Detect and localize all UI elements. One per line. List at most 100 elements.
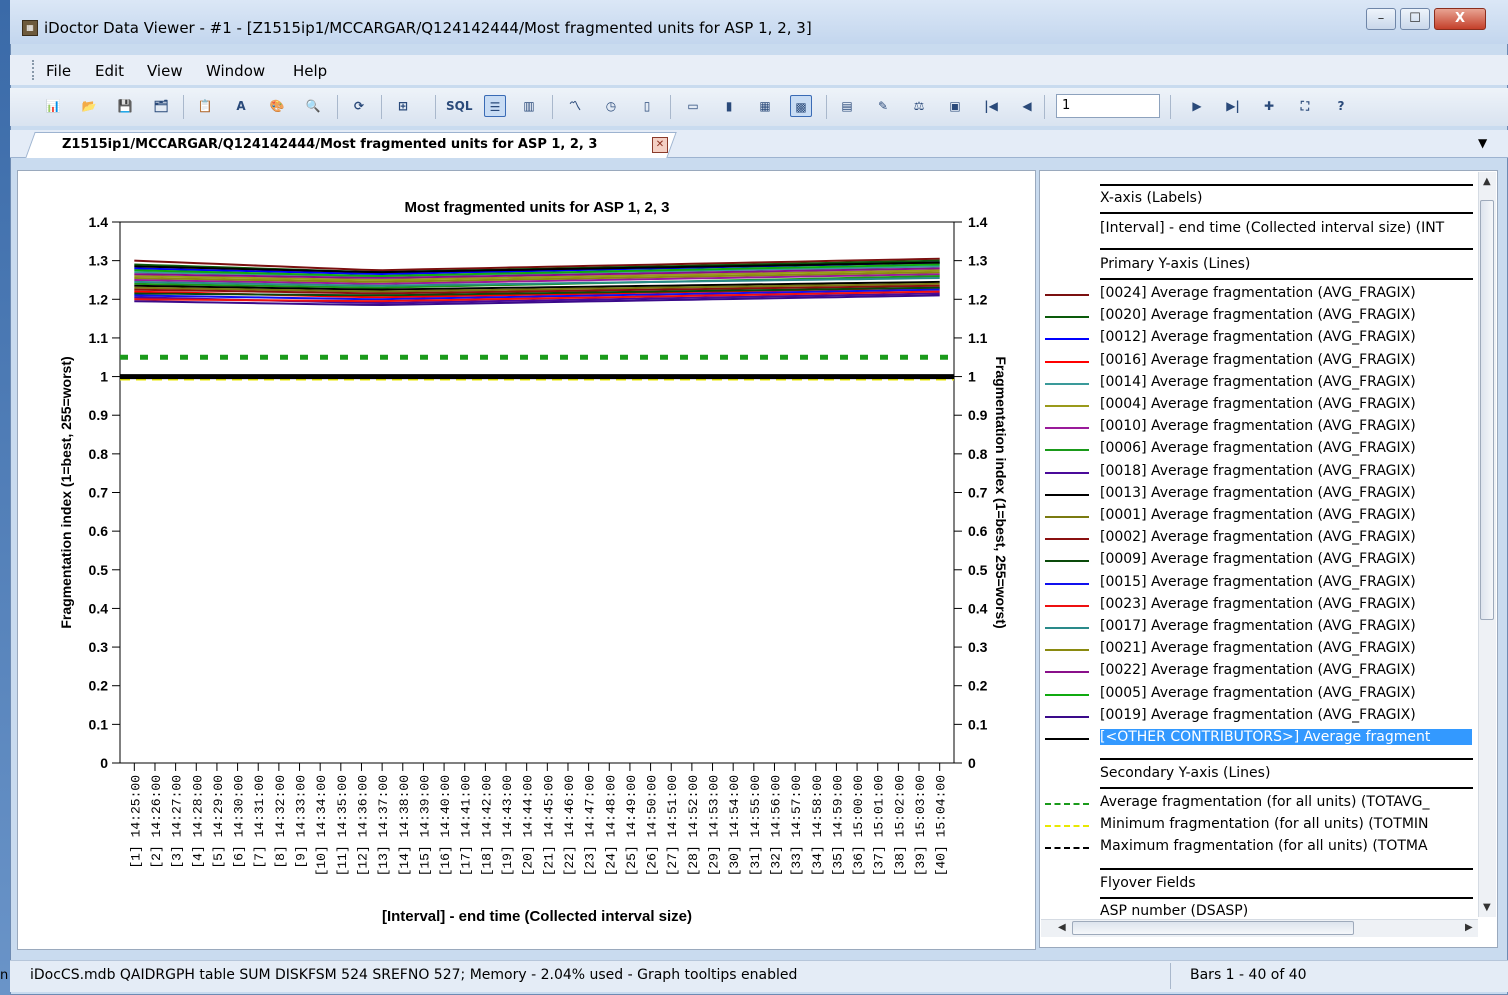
legend-xaxis-item[interactable]: [Interval] - end time (Collected interva… [1100,220,1472,236]
legend-secondary-item[interactable]: Minimum fragmentation (for all units) (T… [1100,816,1472,832]
bars-icon[interactable]: ▭ [682,95,704,117]
legend-swatch [1045,316,1089,319]
clock-icon[interactable]: ◷ [600,95,622,117]
scroll-up-icon[interactable]: ▲ [1483,176,1491,187]
legend-series-item[interactable]: [0004] Average fragmentation (AVG_FRAGIX… [1100,396,1472,412]
prev-page-icon[interactable]: ◀ [1016,95,1038,117]
grid-icon[interactable]: ▦ [754,95,776,117]
menu-edit[interactable]: Edit [95,62,124,80]
color-icon[interactable]: 🎨 [266,95,288,117]
save-icon[interactable]: 💾 [114,95,136,117]
x-tick-label: [5] 14:29:00 [211,775,226,869]
sql-chart-icon[interactable]: 📊 [42,95,64,117]
x-tick-label: [37] 15:01:00 [872,775,887,876]
legend-series-item[interactable]: [0006] Average fragmentation (AVG_FRAGIX… [1100,440,1472,456]
next-page-icon[interactable]: ▶ [1186,95,1208,117]
chart-type-icon[interactable]: ▥ [518,95,540,117]
help-icon[interactable]: ? [1330,95,1352,117]
fullscreen-icon[interactable]: ⛶ [1294,95,1316,117]
image-icon[interactable]: ▣ [944,95,966,117]
y2-tick-label: 0.2 [968,678,988,694]
last-page-icon[interactable]: ▶| [1222,95,1244,117]
chart-options-icon[interactable]: ▩ [790,95,812,117]
line-chart-icon[interactable]: 〽 [564,95,586,117]
open-icon[interactable]: 📂 [78,95,100,117]
y-tick-label: 0.2 [89,678,109,694]
x-tick-label: [17] 14:41:00 [459,775,474,876]
legend-series-item[interactable]: [0016] Average fragmentation (AVG_FRAGIX… [1100,352,1472,368]
x-tick-label: [31] 14:55:00 [748,775,763,876]
font-icon[interactable]: A [230,95,252,117]
close-button[interactable]: X [1434,8,1486,30]
menu-help[interactable]: Help [293,62,327,80]
paint-icon[interactable]: ✎ [872,95,894,117]
legend-swatch [1045,582,1089,585]
legend-series-item[interactable]: [0014] Average fragmentation (AVG_FRAGIX… [1100,374,1472,390]
toolbar-separator [337,95,338,119]
columns-icon[interactable]: ▮ [718,95,740,117]
scroll-right-icon[interactable]: ▶ [1465,922,1473,933]
legend-series-item[interactable]: [0015] Average fragmentation (AVG_FRAGIX… [1100,574,1472,590]
window-title: iDoctor Data Viewer - #1 - [Z1515ip1/MCC… [44,19,812,37]
zoom-icon[interactable]: 🔍 [302,95,324,117]
legend-swatch [1045,693,1089,696]
layout-icon[interactable]: ⊞ [392,95,414,117]
toolbar-separator [381,95,382,119]
first-page-icon[interactable]: |◀ [980,95,1002,117]
legend-series-item[interactable]: [0013] Average fragmentation (AVG_FRAGIX… [1100,485,1472,501]
legend-series-item[interactable]: [0021] Average fragmentation (AVG_FRAGIX… [1100,640,1472,656]
x-tick-label: [38] 15:02:00 [892,775,907,876]
legend-series-item[interactable]: [0023] Average fragmentation (AVG_FRAGIX… [1100,596,1472,612]
status-bars-count: Bars 1 - 40 of 40 [1190,967,1307,983]
legend-horizontal-scroll-thumb[interactable] [1072,921,1354,935]
sql-icon[interactable]: SQL [446,95,473,117]
legend-swatch [1045,847,1089,850]
status-text: iDocCS.mdb QAIDRGPH table SUM DISKFSM 52… [30,967,798,983]
legend-vertical-scroll-thumb[interactable] [1480,200,1494,620]
scroll-down-icon[interactable]: ▼ [1483,902,1491,913]
y-tick-label: 0.8 [89,446,109,462]
legend-series-item[interactable]: [<OTHER CONTRIBUTORS>] Average fragment [1100,729,1472,745]
legend-flyover-item[interactable]: ASP number (DSASP) [1100,903,1472,919]
menu-window[interactable]: Window [206,62,265,80]
minimize-button[interactable]: – [1366,8,1396,30]
tab-close-icon[interactable]: ✕ [652,137,668,153]
legend-swatch [1045,427,1089,430]
add-icon[interactable]: ✚ [1258,95,1280,117]
x-tick-label: [28] 14:52:00 [686,775,701,876]
page-number-input[interactable]: 1 [1056,94,1160,118]
legend-series-item[interactable]: [0018] Average fragmentation (AVG_FRAGIX… [1100,463,1472,479]
legend-series-item[interactable]: [0022] Average fragmentation (AVG_FRAGIX… [1100,662,1472,678]
menu-view[interactable]: View [147,62,183,80]
legend-series-item[interactable]: [0019] Average fragmentation (AVG_FRAGIX… [1100,707,1472,723]
panel-icon[interactable]: ▯ [636,95,658,117]
y-tick-label: 0.3 [89,639,109,655]
legend-secondary-item[interactable]: Maximum fragmentation (for all units) (T… [1100,838,1472,854]
toolbar-separator [826,95,827,119]
table-icon[interactable]: ▤ [836,95,858,117]
legend-series-item[interactable]: [0024] Average fragmentation (AVG_FRAGIX… [1100,285,1472,301]
legend-secondary-item[interactable]: Average fragmentation (for all units) (T… [1100,794,1472,810]
x-tick-label: [25] 14:49:00 [624,775,639,876]
properties-icon[interactable]: 🗂 [150,95,172,117]
legend-rule [1100,897,1473,899]
legend-series-item[interactable]: [0012] Average fragmentation (AVG_FRAGIX… [1100,329,1472,345]
menu-file[interactable]: File [46,62,71,80]
y2-tick-label: 0.8 [968,446,988,462]
x-tick-label: [30] 14:54:00 [727,775,742,876]
scroll-left-icon[interactable]: ◀ [1058,922,1066,933]
copy-icon[interactable]: 📋 [194,95,216,117]
legend-series-item[interactable]: [0001] Average fragmentation (AVG_FRAGIX… [1100,507,1472,523]
legend-series-item[interactable]: [0002] Average fragmentation (AVG_FRAGIX… [1100,529,1472,545]
legend-toggle-icon[interactable]: ☰ [484,95,506,117]
legend-series-item[interactable]: [0009] Average fragmentation (AVG_FRAGIX… [1100,551,1472,567]
tab-dropdown-icon[interactable]: ▼ [1478,136,1487,150]
legend-series-item[interactable]: [0020] Average fragmentation (AVG_FRAGIX… [1100,307,1472,323]
x-tick-label: [20] 14:44:00 [521,775,536,876]
legend-series-item[interactable]: [0017] Average fragmentation (AVG_FRAGIX… [1100,618,1472,634]
legend-series-item[interactable]: [0010] Average fragmentation (AVG_FRAGIX… [1100,418,1472,434]
refresh-icon[interactable]: ⟳ [348,95,370,117]
maximize-button[interactable]: ☐ [1400,8,1430,30]
legend-series-item[interactable]: [0005] Average fragmentation (AVG_FRAGIX… [1100,685,1472,701]
scale-icon[interactable]: ⚖ [908,95,930,117]
